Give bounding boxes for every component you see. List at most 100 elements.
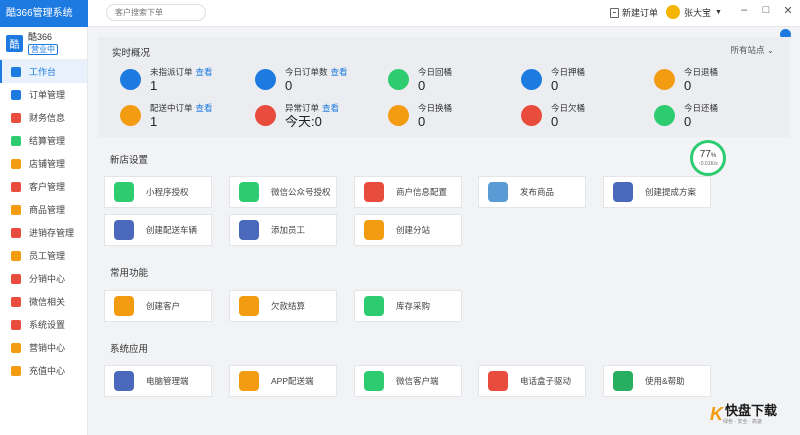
stat-item: 今日订单数 查看 0 [255, 67, 348, 94]
warning-icon [255, 105, 276, 126]
user-menu[interactable]: 张大宝 ▼ [666, 5, 722, 19]
stat-item: 异常订单 查看 今天:0 [255, 103, 339, 130]
inventory-icon [11, 227, 21, 238]
stat-value: 1 [150, 114, 158, 129]
shortcut-card[interactable]: 电脑管理端 [104, 365, 212, 397]
shortcut-card[interactable]: 商户信息配置 [354, 176, 462, 208]
sidebar-item-4[interactable]: 结算管理 [0, 129, 87, 152]
stat-label: 今日押桶 [551, 67, 586, 77]
shortcut-label: 创建提成方案 [645, 187, 697, 197]
branch-icon [364, 220, 384, 240]
sidebar-item-11[interactable]: 微信相关 [0, 290, 87, 313]
settlement-icon [11, 135, 21, 146]
stat-label: 今日欠桶 [551, 103, 586, 113]
new-order-button[interactable]: 新建订单 [610, 6, 658, 19]
site-filter-label: 所有站点 [730, 45, 765, 55]
stat-label: 配送中订单 [150, 103, 193, 113]
sidebar-item-2[interactable]: 订单管理 [0, 83, 87, 106]
shortcut-card[interactable]: 电话盒子驱动 [478, 365, 586, 397]
sidebar-item-label: 微信相关 [29, 297, 66, 307]
store-logo: 酷 [6, 34, 23, 52]
stat-item: 配送中订单 查看 1 [120, 103, 213, 130]
wechat-icon [239, 182, 259, 202]
view-link[interactable]: 查看 [322, 103, 339, 113]
shortcut-label: 使用&帮助 [645, 376, 685, 386]
stat-item: 今日回桶 0 [388, 67, 452, 94]
shortcut-card[interactable]: 使用&帮助 [603, 365, 711, 397]
shortcut-label: 创建分站 [396, 225, 431, 235]
sidebar-item-10[interactable]: 分销中心 [0, 267, 87, 290]
shortcut-card[interactable]: 创建分站 [354, 214, 462, 246]
shop-icon [11, 158, 21, 169]
sidebar-item-12[interactable]: 系统设置 [0, 313, 87, 336]
shortcut-card[interactable]: 微信客户端 [354, 365, 462, 397]
stat-label: 今日回桶 [418, 67, 453, 77]
person-icon [239, 220, 259, 240]
stat-item: 今日换桶 0 [388, 103, 452, 130]
sidebar-item-1[interactable]: 工作台 [0, 60, 87, 83]
gauge-percent-sign: % [710, 152, 717, 159]
recharge-icon [11, 365, 21, 376]
stat-value: 0 [684, 78, 692, 93]
settings-icon [11, 319, 21, 330]
site-filter-select[interactable]: 所有站点 ⌄ [730, 44, 774, 56]
network-speed-gauge: 77% ↑0.01K/s [690, 140, 726, 176]
shortcut-card[interactable]: APP配送端 [229, 365, 337, 397]
sidebar-item-label: 分销中心 [29, 274, 66, 284]
sidebar-item-6[interactable]: 客户管理 [0, 175, 87, 198]
dashboard-icon [11, 66, 21, 77]
marketing-icon [11, 342, 21, 353]
close-button[interactable]: ✕ [782, 4, 794, 17]
stat-label: 今日订单数 [285, 67, 328, 77]
shortcut-label: APP配送端 [271, 376, 314, 386]
sidebar-item-13[interactable]: 营销中心 [0, 336, 87, 359]
shortcut-card[interactable]: 小程序授权 [104, 176, 212, 208]
sidebar-item-label: 充值中心 [29, 366, 66, 376]
windows-icon [114, 371, 134, 391]
staff-icon [11, 250, 21, 261]
bag-icon [488, 182, 508, 202]
shortcut-card[interactable]: 微信公众号授权 [229, 176, 337, 208]
sidebar-item-label: 系统设置 [29, 320, 66, 330]
shortcut-card[interactable]: 创建客户 [104, 290, 212, 322]
view-link[interactable]: 查看 [331, 67, 348, 77]
shortcut-card[interactable]: 创建配送车辆 [104, 214, 212, 246]
app-title: 酷366管理系统 [0, 0, 88, 27]
wechat-icon [11, 296, 21, 307]
sidebar-item-5[interactable]: 店铺管理 [0, 152, 87, 175]
stat-item: 今日还桶 0 [654, 103, 718, 130]
sidebar-item-3[interactable]: 财务信息 [0, 106, 87, 129]
view-link[interactable]: 查看 [196, 67, 213, 77]
sidebar-item-9[interactable]: 员工管理 [0, 244, 87, 267]
gauge-percent: 77% [700, 149, 717, 161]
shortcut-card[interactable]: 创建提成方案 [603, 176, 711, 208]
store-info[interactable]: 酷 酷366 营业中 [0, 27, 87, 60]
sidebar-item-label: 财务信息 [29, 113, 66, 123]
minimize-button[interactable]: – [738, 4, 750, 16]
shortcut-card[interactable]: 欠款结算 [229, 290, 337, 322]
shortcut-card[interactable]: 库存采购 [354, 290, 462, 322]
sidebar-item-label: 营销中心 [29, 343, 66, 353]
sidebar-item-14[interactable]: 充值中心 [0, 359, 87, 382]
sidebar-item-7[interactable]: 商品管理 [0, 198, 87, 221]
sidebar-item-8[interactable]: 进销存管理 [0, 221, 87, 244]
shortcut-card[interactable]: 添加员工 [229, 214, 337, 246]
search-input[interactable] [106, 4, 206, 21]
stat-value: 1 [150, 78, 158, 93]
shortcut-label: 小程序授权 [146, 187, 189, 197]
customer-icon [11, 181, 21, 192]
stat-label: 今日还桶 [684, 103, 719, 113]
view-link[interactable]: 查看 [196, 103, 213, 113]
stat-label: 今日退桶 [684, 67, 719, 77]
distribution-icon [11, 273, 21, 284]
stat-label: 今日换桶 [418, 103, 453, 113]
shortcut-card[interactable]: 发布商品 [478, 176, 586, 208]
new-order-label: 新建订单 [622, 8, 659, 18]
maximize-button[interactable]: □ [760, 4, 772, 16]
stat-item: 今日退桶 0 [654, 67, 718, 94]
stat-value: 0 [551, 114, 559, 129]
sidebar-item-label: 工作台 [29, 67, 57, 77]
watermark-logo: K 快盘下载 绿色 · 安全 · 高速 [710, 404, 777, 426]
shortcut-label: 发布商品 [520, 187, 555, 197]
money-icon [239, 296, 259, 316]
